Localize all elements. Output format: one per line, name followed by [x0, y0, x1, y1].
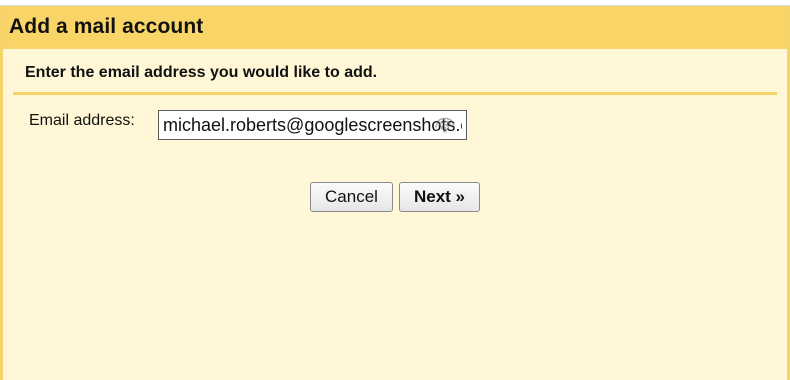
instruction-text: Enter the email address you would like t… — [25, 64, 378, 81]
email-address-input[interactable] — [158, 110, 467, 140]
next-button[interactable]: Next » — [399, 182, 480, 212]
email-address-label: Email address: — [29, 112, 135, 129]
dialog-title-bar: Add a mail account — [3, 6, 787, 49]
cancel-button[interactable]: Cancel — [310, 182, 393, 212]
divider — [13, 92, 777, 95]
add-mail-account-dialog: Add a mail account Enter the email addre… — [0, 6, 790, 380]
dialog-title: Add a mail account — [9, 15, 204, 38]
fingerprint-icon — [433, 115, 457, 135]
